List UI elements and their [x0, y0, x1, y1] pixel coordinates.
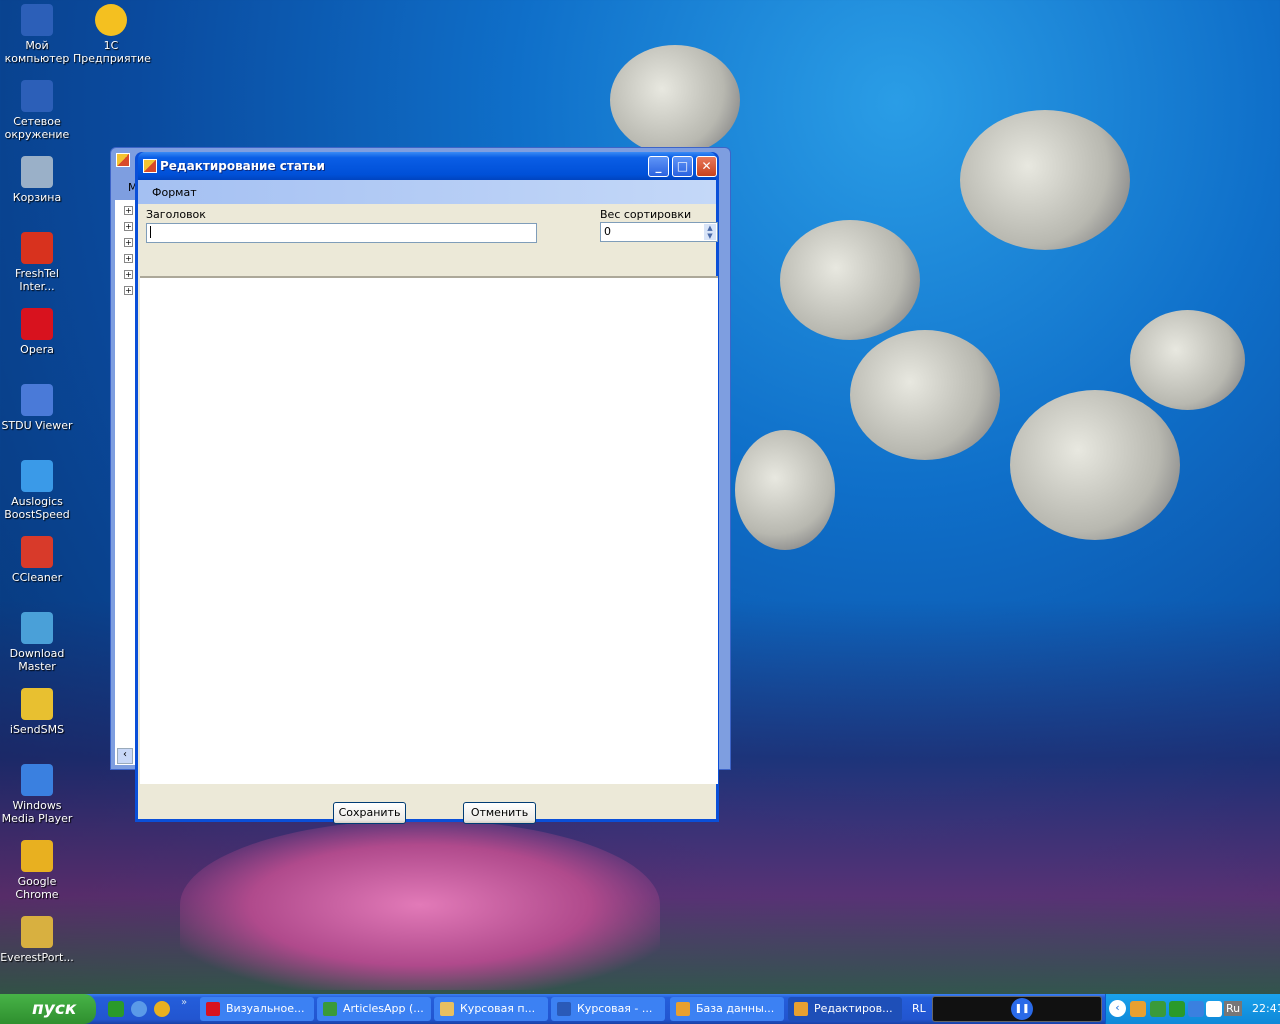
desktop-icon[interactable]: CCleaner — [0, 536, 75, 584]
desktop-app-icon — [21, 460, 53, 492]
chrome-icon[interactable] — [154, 1001, 170, 1017]
desktop-icon[interactable]: iSendSMS — [0, 688, 75, 736]
close-button[interactable]: ✕ — [696, 156, 717, 177]
taskbar: пуск » Визуальное... ArticlesApp (... Курс… — [0, 994, 1280, 1024]
freshtel-icon[interactable] — [1206, 1001, 1222, 1017]
system-tray: ‹ Ru 22:41 — [1105, 994, 1280, 1024]
tray-utorrent-icon[interactable] — [1169, 1001, 1185, 1017]
desktop-app-icon — [21, 308, 53, 340]
wallpaper-fish — [1130, 310, 1245, 410]
rl-label: RL — [912, 1002, 926, 1015]
desktop-icon[interactable]: Google Chrome — [0, 840, 75, 901]
title-input[interactable] — [146, 223, 537, 243]
app-icon — [143, 159, 157, 173]
spin-arrows-icon[interactable]: ▲ ▼ — [704, 224, 716, 240]
taskbar-button[interactable]: Курсовая п... — [434, 997, 548, 1021]
taskbar-app-icon — [440, 1002, 454, 1016]
sort-weight-stepper[interactable]: 0 ▲ ▼ — [600, 222, 718, 242]
menu-bar: Формат — [138, 180, 716, 204]
wallpaper-fish — [850, 330, 1000, 460]
desktop-app-icon — [21, 840, 53, 872]
taskbar-app-icon — [557, 1002, 571, 1016]
maximize-button[interactable]: □ — [672, 156, 693, 177]
taskbar-button[interactable]: Редактиров... — [788, 997, 902, 1021]
wallpaper-fish — [610, 45, 740, 155]
desktop-icon[interactable]: Корзина — [0, 156, 75, 204]
wallpaper-fish — [780, 220, 920, 340]
desktop-app-icon — [21, 612, 53, 644]
wallpaper-fish — [735, 430, 835, 550]
taskbar-app-icon — [676, 1002, 690, 1016]
network-icon[interactable] — [1188, 1001, 1204, 1017]
desktop-icon[interactable]: Opera — [0, 308, 75, 356]
expand-icon[interactable]: + — [124, 222, 133, 231]
edit-article-dialog: Редактирование статьи _ □ ✕ Формат Загол… — [135, 152, 719, 824]
window-title: Редактирование статьи — [160, 159, 325, 173]
taskbar-app-icon — [323, 1002, 337, 1016]
taskbar-button[interactable]: Курсовая - ... — [551, 997, 665, 1021]
tray-csharp-icon[interactable] — [1150, 1001, 1166, 1017]
clock: 22:41 — [1252, 1002, 1280, 1015]
desktop-icon[interactable]: EverestPort... — [0, 916, 75, 964]
desktop-icon[interactable]: Сетевое окружение — [0, 80, 75, 141]
expand-icon[interactable]: + — [124, 270, 133, 279]
expand-icon[interactable]: + — [124, 254, 133, 263]
desktop-app-icon — [21, 4, 53, 36]
start-button[interactable]: пуск — [0, 994, 96, 1024]
taskbar-button[interactable]: База данны... — [670, 997, 784, 1021]
cancel-button[interactable]: Отменить — [463, 802, 536, 824]
taskbar-app-icon — [206, 1002, 220, 1016]
media-player-toolbar[interactable]: ❚❚ — [932, 996, 1102, 1022]
desktop-icon-1c[interactable]: 1С Предприятие — [73, 4, 151, 65]
menu-format[interactable]: Формат — [152, 186, 197, 199]
tray-expand-icon[interactable]: ‹ — [1109, 1000, 1126, 1017]
taskbar-button[interactable]: ArticlesApp (... — [317, 997, 431, 1021]
1c-icon — [95, 4, 127, 36]
minimize-button[interactable]: _ — [648, 156, 669, 177]
title-label: Заголовок — [146, 208, 206, 221]
save-button[interactable]: Сохранить — [333, 802, 406, 824]
desktop-icon[interactable]: Auslogics BoostSpeed — [0, 460, 75, 521]
desktop-app-icon — [21, 688, 53, 720]
desktop-app-icon — [21, 764, 53, 796]
tree-view[interactable]: + + + + + + ‹ — [115, 200, 137, 765]
expand-icon[interactable]: + — [124, 238, 133, 247]
pause-icon[interactable]: ❚❚ — [1011, 998, 1033, 1020]
utorrent-icon[interactable] — [108, 1001, 124, 1017]
tray-app-icon[interactable] — [1130, 1001, 1146, 1017]
taskbar-app-icon — [794, 1002, 808, 1016]
desktop-app-icon — [21, 916, 53, 948]
wallpaper-fish — [1010, 390, 1180, 540]
chevron-icon[interactable]: » — [181, 997, 187, 1008]
desktop-icon[interactable]: Мой компьютер — [0, 4, 75, 65]
desktop-icon[interactable]: Download Master — [0, 612, 75, 673]
wallpaper-coral — [180, 820, 660, 990]
taskbar-button[interactable]: Визуальное... — [200, 997, 314, 1021]
browser-icon[interactable] — [131, 1001, 147, 1017]
desktop-icon[interactable]: STDU Viewer — [0, 384, 75, 432]
desktop-app-icon — [21, 232, 53, 264]
scroll-left-icon[interactable]: ‹ — [117, 748, 133, 764]
desktop-icon[interactable]: Windows Media Player — [0, 764, 75, 825]
desktop-app-icon — [21, 80, 53, 112]
expand-icon[interactable]: + — [124, 206, 133, 215]
desktop-app-icon — [21, 536, 53, 568]
wallpaper-fish — [960, 110, 1130, 250]
desktop-app-icon — [21, 384, 53, 416]
title-bar[interactable]: Редактирование статьи _ □ ✕ — [138, 152, 717, 180]
desktop-app-icon — [21, 156, 53, 188]
app-icon — [116, 153, 130, 167]
expand-icon[interactable]: + — [124, 286, 133, 295]
desktop-icon[interactable]: FreshTel Inter... — [0, 232, 75, 293]
content-editor[interactable] — [140, 276, 718, 784]
language-indicator[interactable]: Ru — [1224, 1001, 1243, 1016]
sort-weight-label: Вес сортировки — [600, 208, 692, 221]
